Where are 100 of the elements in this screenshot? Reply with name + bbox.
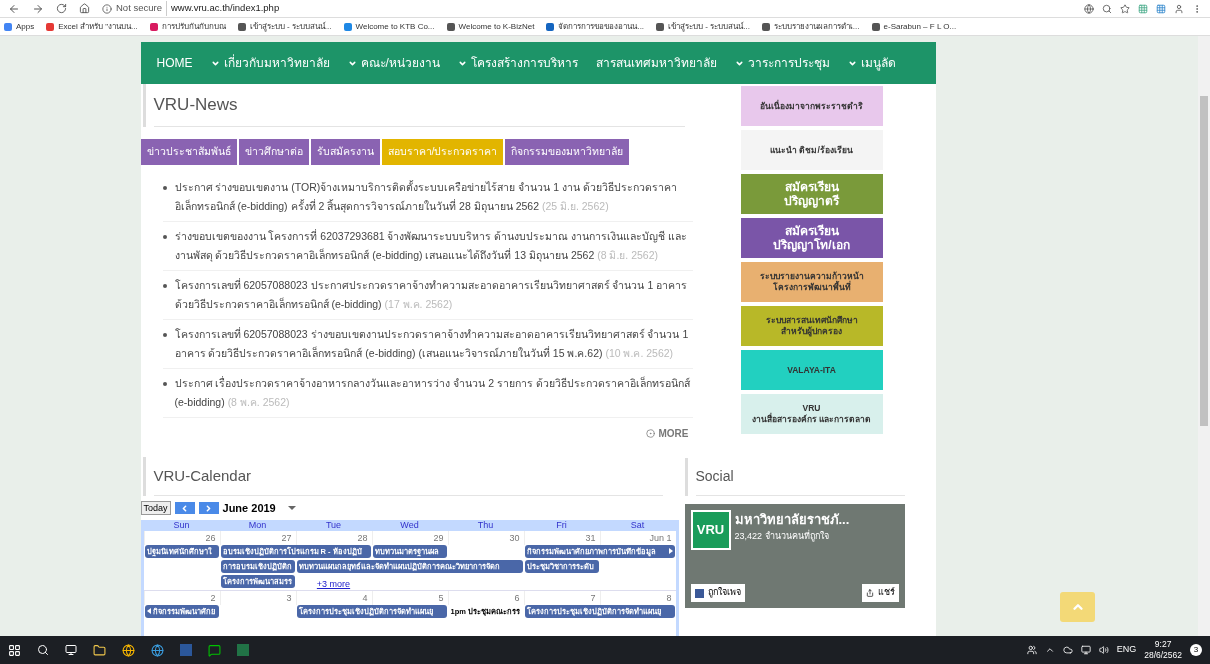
section-title: Social	[695, 466, 905, 496]
bullet-icon	[162, 234, 167, 239]
left-arrow-icon	[146, 608, 151, 614]
bullet-icon	[162, 283, 167, 288]
forward-icon[interactable]	[32, 2, 44, 15]
nav-item[interactable]: สารสนเทศมหาวิทยาลัย	[595, 54, 717, 72]
banner-text: VALAYA-ITA	[787, 364, 836, 376]
news-item[interactable]: โครงการเลขที่ 62057088023 ประกาศประกวดราคาจ้างทำความสะอาดอาคารเรียนวิทยาศาสตร์ จำนวน 1 อาคาร ด้วยวิธีประกวดราคาอิเล็กทรอนิกส์ (e-bidding) (17 พ.ค. 2562)	[174, 275, 693, 314]
bookmark[interactable]: จัดการการขอของอานน...	[546, 20, 645, 33]
bookmark[interactable]: Excel สำหรับ "งานบน...	[46, 20, 138, 33]
circle-icon	[645, 428, 655, 438]
banner[interactable]: VALAYA-ITA	[740, 350, 883, 390]
bookmark[interactable]: Welcome to K-BizNet	[446, 20, 535, 33]
news-tab[interactable]: รับสมัครงาน	[310, 138, 380, 165]
right-arrow-icon	[668, 548, 673, 554]
windows-start-icon[interactable]	[8, 643, 21, 657]
chat-icon[interactable]	[208, 643, 221, 657]
nav-item[interactable]: เกี่ยวกับมหาวิทยาลัย	[210, 54, 330, 72]
scrollbar[interactable]	[1198, 36, 1210, 636]
nav-item[interactable]: โครงสร้างการบริหาร	[457, 54, 578, 72]
banner[interactable]: VRU งานสื่อสารองค์กร และการตลาด	[740, 394, 883, 434]
news-tab[interactable]: ข่าวศึกษาต่อ	[238, 138, 309, 165]
security-label: Not secure	[116, 1, 162, 16]
month-label: June 2019	[222, 501, 276, 516]
day-number: 6	[447, 590, 524, 605]
cloud-icon[interactable]	[1062, 645, 1073, 655]
dropdown-icon[interactable]	[287, 506, 296, 511]
weekday-label: Sun	[172, 519, 191, 531]
bookmark[interactable]: Welcome to KTB Co...	[343, 20, 435, 33]
banner[interactable]: สมัครเรียน ปริญญาโท/เอก	[740, 218, 883, 258]
news-item[interactable]: ประกาศ ร่างขอบเขตงาน (TOR)จ้างเหมาบริการติดตั้งระบบเครือข่ายไร้สาย จำนวน 1 งาน ด้วยวิธีประกวดราคาอิเล็กทรอนิกส์ (e-bidding) ครั้งที่ 2 สิ้นสุดการวิจารณ์ภายในวันที่ 28 มิถุนายน 2562 (25 มิ.ย. 2562)	[174, 177, 693, 216]
nav-item[interactable]: เมนูลัด	[847, 54, 896, 72]
volume-icon[interactable]	[1098, 645, 1109, 655]
bookmark[interactable]: เข้าสู่ระบบ - ระบบสนน์...	[237, 20, 332, 33]
news-item[interactable]: ร่างขอบเขตของงาน โครงการที่ 62037293681 จ้างพัฒนาระบบบริหาร ด้านงบประมาณ งานการเงินและบัญชี และงานพัสดุ ด้วยวิธีประกวดราคาอิเล็กทรอนิกส์ (e-bidding) เสนอแนะได้ถึงวันที่ 13 มิถุนายน 2562 (8 มิ.ย. 2562)	[174, 226, 693, 265]
reload-icon[interactable]	[56, 3, 67, 14]
more-events-link[interactable]: +3 more	[316, 578, 351, 589]
bookmark[interactable]: เข้าสู่ระบบ - ระบบสนน์...	[656, 20, 750, 33]
nav-item[interactable]: คณะ/หน่วยงาน	[347, 54, 440, 72]
banner-text: แนะนำ ติชม/ร้องเรียน	[770, 144, 853, 156]
day-number: 2	[143, 590, 220, 605]
page-name[interactable]: มหาวิทยาลัยราชภั...	[734, 510, 850, 530]
star-icon[interactable]	[1120, 3, 1130, 14]
section-title: VRU-News	[153, 92, 685, 127]
banner[interactable]: อันเนื่องมาจากพระราชดำริ	[740, 86, 883, 126]
browser-icon[interactable]	[122, 643, 135, 657]
next-button[interactable]	[198, 502, 219, 515]
banner[interactable]: ระบบสารสนเทศนักศึกษา สำหรับผู้ปกครอง	[740, 306, 883, 346]
home-icon[interactable]	[79, 3, 90, 14]
nav-item[interactable]: วาระการประชุม	[734, 54, 830, 72]
news-tab[interactable]: กิจกรรมของมหาวิทยาลัย	[505, 138, 630, 165]
day-number: 27	[219, 530, 296, 545]
network-icon[interactable]	[1080, 645, 1091, 655]
bullet-icon	[162, 185, 167, 190]
bookmark[interactable]: e-Sarabun – F L O...	[871, 20, 957, 33]
banner-text: VRU	[802, 403, 821, 413]
profile-icon[interactable]	[1174, 3, 1184, 14]
bullet-icon	[162, 381, 167, 386]
bullet-icon	[162, 332, 167, 337]
task-view-icon[interactable]	[65, 644, 77, 656]
banner-text: ปริญญาโท/เอก	[773, 238, 850, 252]
search-icon[interactable]	[37, 644, 49, 656]
news-item[interactable]: โครงการเลขที่ 62057088023 ร่างขอบเขตงานประกวดราคาจ้างทำความสะอาดอาคารเรียนวิทยาศาสตร์ จำนวน 1 อาคาร ด้วยวิธีประกวดราคาอิเล็กทรอนิกส์ (e-bidding) (เสนอแนะวิจารณ์ภายในวันที่ 15 พ.ค.62) (10 พ.ค. 2562)	[174, 324, 693, 363]
day-number: Jun 1	[599, 530, 676, 545]
banner[interactable]: ระบบรายงานความก้าวหน้า โครงการพัฒนาพื้นที่	[740, 262, 883, 302]
nav-item[interactable]: HOME	[156, 54, 193, 72]
browser-icon[interactable]	[151, 643, 164, 657]
more-link[interactable]: MORE	[645, 425, 689, 441]
people-icon[interactable]	[1026, 645, 1037, 655]
extension-icon[interactable]	[1156, 3, 1166, 14]
language-indicator[interactable]: ENG	[1116, 643, 1137, 657]
clock-date: 28/6/2562	[1144, 650, 1182, 661]
news-tab[interactable]: ข่าวประชาสัมพันธ์	[140, 138, 237, 165]
notification-badge[interactable]: 3	[1190, 644, 1202, 656]
banner-text: งานสื่อสารองค์กร และการตลาด	[751, 414, 872, 425]
banner-text: อันเนื่องมาจากพระราชดำริ	[760, 100, 863, 112]
address-bar[interactable]: Not secure www.vru.ac.th/index1.php	[102, 1, 1002, 16]
day-number: 5	[371, 590, 448, 605]
folder-icon[interactable]	[93, 643, 106, 657]
banner-text: ระบบสารสนเทศนักศึกษา	[765, 315, 858, 326]
translate-icon[interactable]	[1084, 3, 1094, 14]
share-icon	[865, 589, 874, 597]
like-page-button[interactable]: ถูกใจเพจ	[690, 584, 745, 602]
banner[interactable]: แนะนำ ติชม/ร้องเรียน	[740, 130, 883, 170]
previous-button[interactable]	[174, 502, 195, 515]
news-item[interactable]: ประกาศ เรื่องประกวดราคาจ้างอาหารกลางวันและอาหารว่าง จำนวน 2 รายการ ด้วยวิธีประกวดราคาอิเล็กทรอนิกส์ (e-bidding) (8 พ.ค. 2562)	[174, 373, 693, 412]
bookmark[interactable]: ระบบรายงานผลการดำเ...	[761, 20, 860, 33]
banner-text: ปริญญาตรี	[784, 194, 839, 208]
weekday-label: Fri	[555, 519, 568, 531]
back-icon[interactable]	[8, 2, 20, 15]
banner-text: สมัครเรียน	[784, 224, 839, 238]
today-button[interactable]: Today	[140, 501, 171, 516]
caret-icon[interactable]	[1044, 645, 1055, 655]
weekday-label: Tue	[324, 519, 343, 531]
clock-time: 9:27	[1154, 639, 1172, 650]
bookmark[interactable]: Apps	[4, 20, 35, 33]
banner-text: ระบบรายงานความก้าวหน้า	[759, 271, 864, 281]
bookmark[interactable]: การปรับกันกับกบณ	[149, 20, 226, 33]
share-button[interactable]: แชร์	[861, 584, 899, 602]
day-number: 28	[295, 530, 372, 545]
